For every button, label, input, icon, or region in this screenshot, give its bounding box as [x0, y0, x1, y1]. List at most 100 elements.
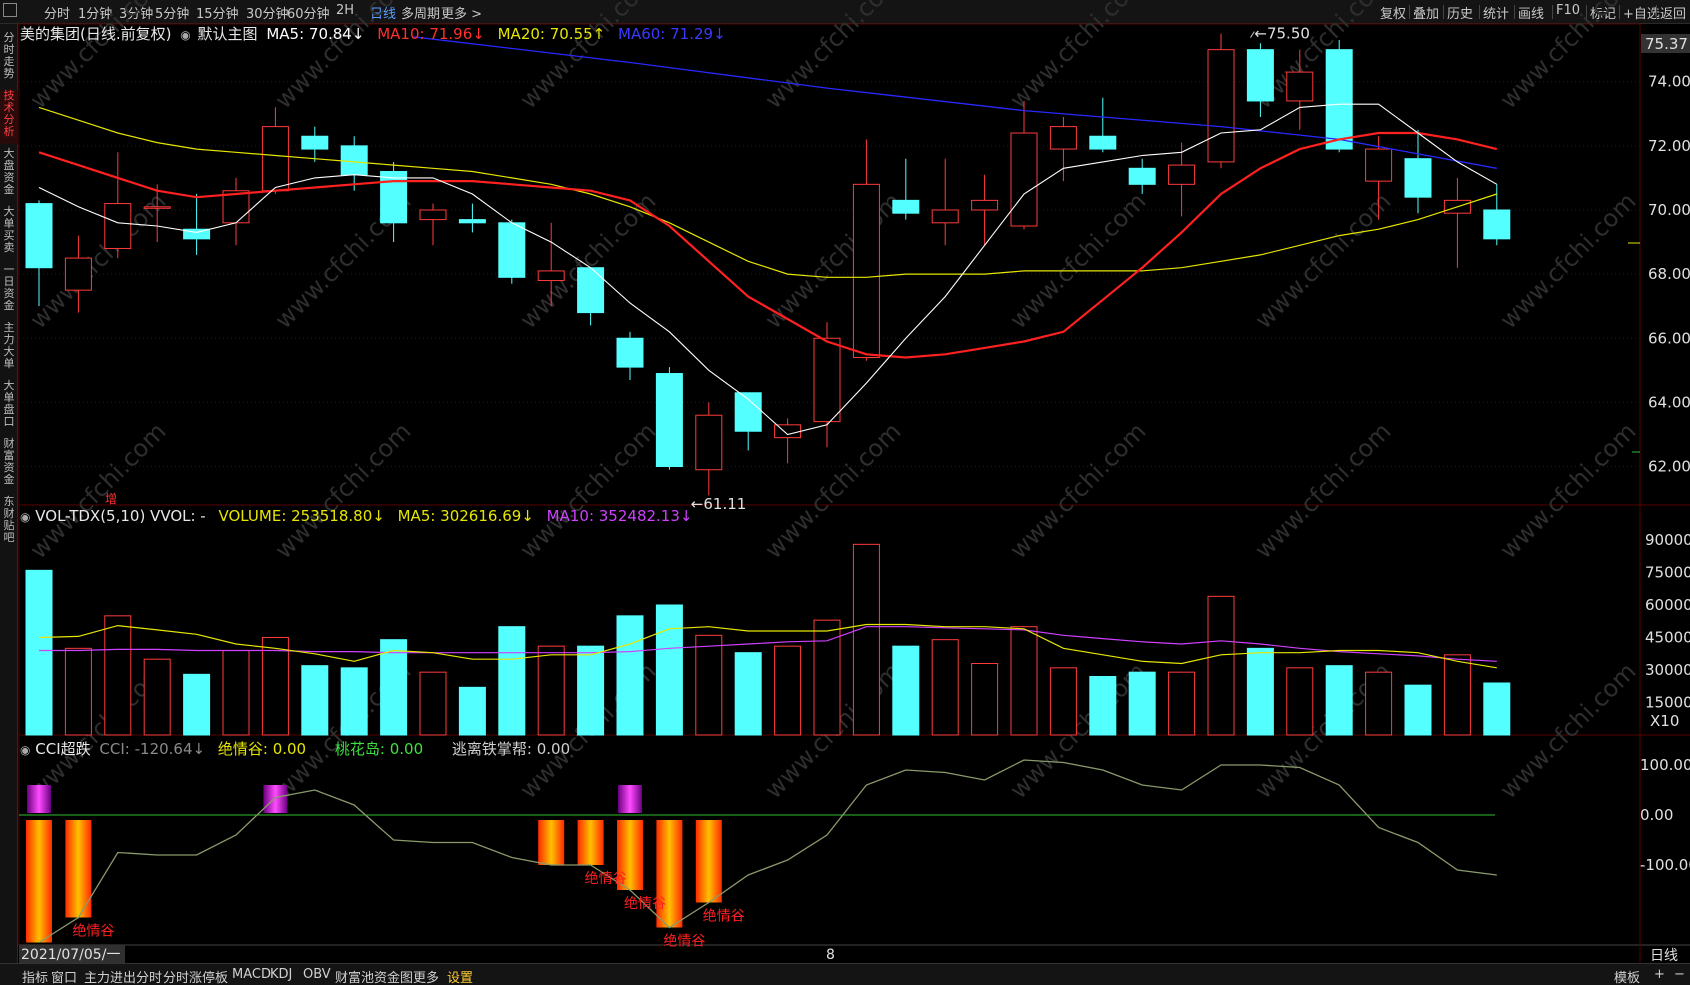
stock-title[interactable]: 美的集团(日线.前复权): [20, 25, 171, 43]
volume-bar: [537, 645, 565, 736]
bottom-toolbar: 指标 窗口 主力进出分时 分时涨停板 MACD KDJ OBV 财富池资金图 更多 设置 模板 + −: [0, 963, 1690, 985]
volume-bar: [380, 639, 408, 736]
bottom-right-0[interactable]: 模板: [1614, 967, 1640, 985]
vol-name[interactable]: VOL-TDX(5,10) VVOL: -: [35, 507, 205, 525]
price-tick-label: 68.00: [1648, 265, 1690, 283]
price-tick-label: 64.00: [1648, 393, 1690, 411]
valley-label: 绝情谷: [624, 896, 666, 912]
bottom-tab-6[interactable]: OBV: [303, 967, 331, 982]
candle-body: [301, 135, 329, 150]
cci-tick-label: 0.00: [1640, 806, 1673, 824]
volume-bar: [498, 626, 526, 736]
vol-ma10-line: [39, 626, 1497, 662]
cci-name[interactable]: CCI超跌: [35, 740, 90, 758]
bottom-tab-9[interactable]: 设置: [447, 967, 473, 985]
bottom-right-2[interactable]: −: [1674, 967, 1685, 982]
volume-bar: [261, 637, 289, 736]
price-tick-label: 62.00: [1648, 458, 1690, 476]
candle-body: [1010, 132, 1038, 227]
volume-bar: [1286, 667, 1314, 736]
volume-bar: [222, 650, 250, 736]
candle-body: [971, 199, 999, 211]
vol-settings-icon[interactable]: ◉: [20, 510, 30, 524]
candle-body: [931, 209, 959, 224]
volume-bar: [931, 639, 959, 736]
template-label[interactable]: 默认主图: [198, 25, 258, 43]
price-tick-label: 74.00: [1648, 73, 1690, 91]
date-left-label: 2021/07/05/一: [21, 947, 120, 963]
volume-bar: [616, 615, 644, 736]
watermark-text: www.cfchi.com: [269, 417, 416, 564]
price-tick-label: 70.00: [1648, 201, 1690, 219]
ma10-legend: MA10: 71.96↓: [377, 25, 485, 43]
bottom-tab-0[interactable]: 指标: [22, 967, 48, 985]
chart-canvas[interactable]: www.cfchi.com www.cfchi.com www.cfchi.com w…: [0, 0, 1690, 963]
ma20-legend: MA20: 70.55↑: [497, 25, 606, 43]
volume-bar: [1483, 682, 1511, 736]
low-label: ←61.11: [691, 495, 747, 513]
bottom-tab-8[interactable]: 更多: [413, 967, 439, 985]
month-mark-label: 8: [826, 947, 835, 963]
volume-bar: [183, 673, 211, 736]
zeng-label: 增: [105, 492, 117, 506]
price-tick-label: 66.00: [1648, 329, 1690, 347]
candle-body: [419, 209, 447, 221]
candle-body: [1168, 164, 1196, 185]
volume-bar: [1089, 676, 1117, 736]
watermark-text: www.cfchi.com: [1249, 417, 1396, 564]
cci-settings-icon[interactable]: ◉: [20, 743, 30, 757]
candle-body: [1207, 49, 1235, 163]
volume-tick-label: 75000: [1645, 564, 1690, 582]
volume-bar: [1049, 667, 1077, 736]
valley-label: 绝情谷: [72, 924, 114, 940]
volume-bar: [64, 647, 92, 736]
bottom-tab-3[interactable]: 分时涨停板: [163, 967, 228, 985]
cci-signal-bar: [695, 820, 722, 903]
bottom-tab-2[interactable]: 主力进出分时: [84, 967, 162, 985]
watermark-text: www.cfchi.com: [24, 0, 171, 114]
bottom-tab-7[interactable]: 财富池资金图: [335, 967, 413, 985]
volume-bar: [1246, 647, 1274, 736]
cci-purple-bar: [263, 785, 288, 813]
watermark-text: www.cfchi.com: [1494, 187, 1641, 334]
volume-bar: [419, 671, 447, 736]
cci-tick-label: -100.00: [1640, 856, 1690, 874]
cci-purple-bar: [27, 785, 51, 813]
volume-bar: [1168, 671, 1196, 736]
candle-body: [498, 222, 526, 278]
candle-body: [1246, 49, 1274, 102]
bottom-right-1[interactable]: +: [1654, 967, 1665, 982]
candle-body: [1365, 148, 1393, 182]
volume-bars: [25, 543, 1511, 736]
watermark-text: www.cfchi.com: [1494, 0, 1641, 114]
candle-body: [458, 219, 486, 224]
candle-body: [537, 270, 565, 282]
candle-body: [813, 337, 841, 423]
candle-body: [340, 145, 368, 176]
candle-body: [1325, 49, 1353, 150]
bottom-tab-4[interactable]: MACD: [232, 967, 271, 982]
volume-bar: [734, 652, 762, 736]
volume-bar: [1010, 626, 1038, 736]
candle-body: [1286, 71, 1314, 102]
settings-icon[interactable]: ◉: [180, 28, 190, 42]
volume-bar: [458, 686, 486, 736]
volume-tick-label: 30000: [1645, 661, 1690, 679]
candle-body: [1049, 126, 1077, 150]
candle-body: [25, 203, 53, 269]
volume-bar: [892, 645, 920, 736]
candle-body: [852, 183, 880, 358]
candle-body: [143, 206, 171, 209]
watermark-text: www.cfchi.com: [24, 417, 171, 564]
volume-bar: [971, 663, 999, 736]
candle-body: [64, 257, 92, 291]
cci-signal-bar: [538, 820, 565, 865]
bottom-tab-1[interactable]: 窗口: [51, 967, 77, 985]
volume-tick-label: 60000: [1645, 596, 1690, 614]
bottom-tab-5[interactable]: KDJ: [270, 967, 292, 982]
volume-ma-lines: [38, 623, 1497, 669]
volume-bar: [340, 667, 368, 736]
cci-signal-bar: [577, 820, 604, 865]
volume-bar: [1207, 595, 1235, 736]
cci-jqg: 绝情谷: 0.00: [217, 740, 307, 758]
